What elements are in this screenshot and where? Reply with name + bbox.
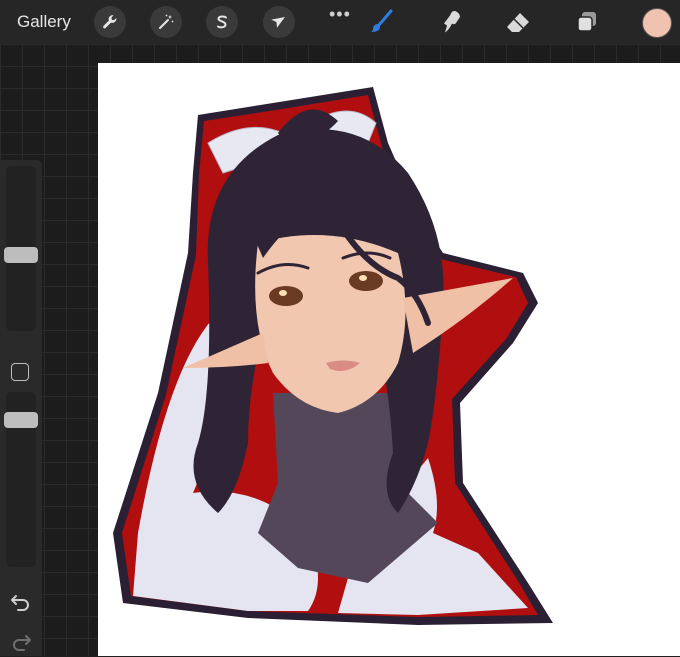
selection-button[interactable] bbox=[206, 6, 238, 38]
eraser-icon bbox=[507, 13, 529, 32]
selection-icon bbox=[217, 15, 227, 29]
more-options-button[interactable]: ••• bbox=[329, 4, 351, 25]
smudge-tool-button[interactable] bbox=[436, 6, 468, 38]
wrench-icon bbox=[103, 15, 117, 29]
brush-size-slider-thumb[interactable] bbox=[4, 247, 38, 264]
brush-tool-button[interactable] bbox=[366, 6, 398, 38]
redo-icon bbox=[13, 635, 31, 651]
top-toolbar: Gallery ••• bbox=[0, 0, 680, 44]
adjustments-button[interactable] bbox=[150, 6, 182, 38]
gallery-button[interactable]: Gallery bbox=[17, 12, 71, 32]
transform-button[interactable] bbox=[263, 6, 295, 38]
drawing-canvas[interactable] bbox=[98, 63, 680, 656]
left-eye bbox=[269, 286, 303, 306]
left-eye-highlight bbox=[279, 290, 287, 296]
modify-button[interactable] bbox=[11, 363, 29, 381]
eraser-tool-button[interactable] bbox=[502, 6, 534, 38]
right-eye-highlight bbox=[359, 275, 367, 281]
opacity-slider-thumb[interactable] bbox=[4, 411, 38, 428]
right-eye bbox=[349, 271, 383, 291]
arrow-cursor-icon bbox=[271, 16, 285, 28]
layers-button[interactable] bbox=[571, 6, 603, 38]
undo-icon bbox=[11, 595, 29, 611]
brush-icon bbox=[371, 9, 393, 32]
portrait-artwork bbox=[113, 87, 553, 625]
color-picker-button[interactable] bbox=[642, 8, 672, 38]
redo-button[interactable] bbox=[10, 632, 32, 652]
actions-button[interactable] bbox=[94, 6, 126, 38]
layers-icon bbox=[577, 12, 596, 32]
smudge-icon bbox=[444, 11, 460, 33]
left-sidebar bbox=[0, 160, 42, 656]
undo-button[interactable] bbox=[10, 592, 32, 612]
magic-wand-icon bbox=[159, 14, 174, 29]
